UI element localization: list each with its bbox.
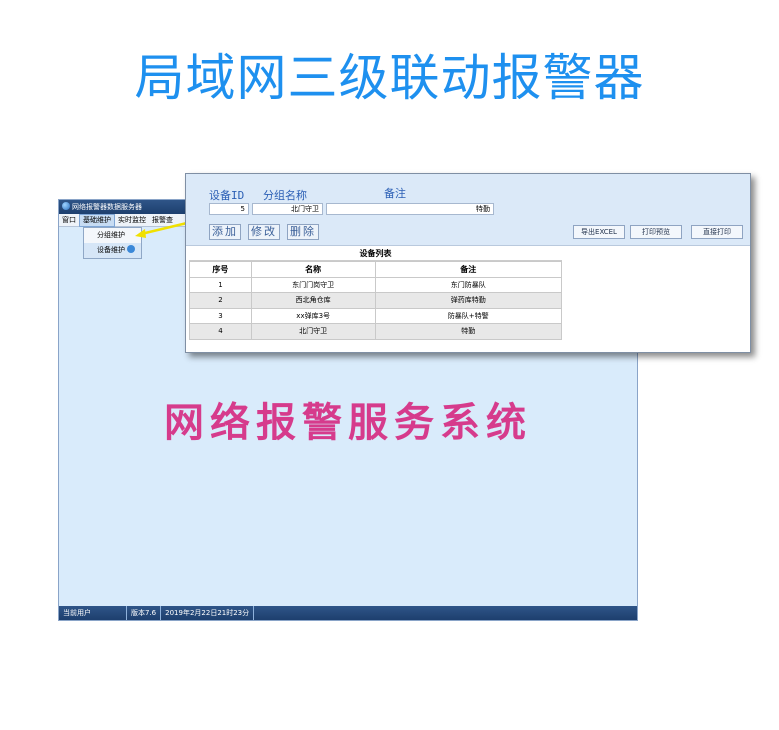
table-row[interactable]: 2 西北角仓库 弹药库特勤 [189, 292, 562, 309]
status-datetime: 2019年2月22日21时23分 [161, 606, 255, 620]
group-name-input[interactable]: 北门守卫 [252, 203, 323, 215]
column-header-remark: 备注 [374, 261, 562, 278]
window-title: 网络报警器数据服务器 [72, 203, 142, 211]
label-remark: 备注 [384, 187, 406, 200]
banner-title: 局域网三级联动报警器 [134, 49, 645, 107]
device-form: 设备ID 分组名称 备注 5 北门守卫 特勤 添加 修改 删除 导出EXCEL … [186, 174, 750, 246]
cell-index: 3 [189, 307, 252, 324]
column-header-name: 名称 [250, 261, 376, 278]
label-group-name: 分组名称 [263, 189, 307, 202]
cell-index: 2 [189, 292, 252, 309]
column-header-index: 序号 [189, 261, 252, 278]
menu-window[interactable]: 窗口 [59, 214, 79, 227]
cell-remark: 东门防暴队 [374, 276, 562, 293]
device-id-input[interactable]: 5 [209, 203, 249, 215]
print-preview-button[interactable]: 打印预览 [630, 225, 682, 239]
cell-remark: 特勤 [374, 323, 562, 340]
system-watermark: 网络报警服务系统 [164, 399, 532, 446]
device-table: 序号 名称 备注 1 东门门岗守卫 东门防暴队 2 西北角仓库 弹药库特勤 3 [189, 261, 562, 340]
cell-index: 4 [189, 323, 252, 340]
device-maintenance-dialog: 设备ID 分组名称 备注 5 北门守卫 特勤 添加 修改 删除 导出EXCEL … [185, 173, 751, 353]
arrow-pointer-icon [135, 221, 188, 238]
label-device-id: 设备ID [209, 189, 245, 202]
device-list-title: 设备列表 [189, 247, 562, 261]
gear-icon [127, 245, 135, 253]
direct-print-button[interactable]: 直接打印 [691, 225, 743, 239]
table-header-row: 序号 名称 备注 [189, 261, 562, 278]
delete-button[interactable]: 删除 [287, 224, 319, 240]
device-list: 设备列表 序号 名称 备注 1 东门门岗守卫 东门防暴队 2 西北角仓库 弹药库… [189, 247, 562, 340]
edit-button[interactable]: 修改 [248, 224, 280, 240]
cell-name: 东门门岗守卫 [250, 276, 376, 293]
remark-input[interactable]: 特勤 [326, 203, 494, 215]
statusbar: 当前用户 版本7.6 2019年2月22日21时23分 [59, 606, 637, 620]
status-version: 版本7.6 [127, 606, 162, 620]
cell-name: 北门守卫 [250, 323, 376, 340]
menu-basic-maintenance[interactable]: 基础维护 [79, 214, 115, 227]
menu-item-device-maintenance[interactable]: 设备维护 [84, 243, 141, 258]
export-excel-button[interactable]: 导出EXCEL [573, 225, 625, 239]
table-row[interactable]: 3 xx弹库3号 防暴队+特警 [189, 307, 562, 324]
status-user: 当前用户 [59, 606, 127, 620]
table-row[interactable]: 4 北门守卫 特勤 [189, 323, 562, 340]
app-icon [62, 202, 70, 210]
cell-name: 西北角仓库 [250, 292, 376, 309]
menu-item-device-label: 设备维护 [97, 246, 125, 254]
cell-index: 1 [189, 276, 252, 293]
cell-name: xx弹库3号 [250, 307, 376, 324]
table-row[interactable]: 1 东门门岗守卫 东门防暴队 [189, 276, 562, 293]
add-button[interactable]: 添加 [209, 224, 241, 240]
cell-remark: 弹药库特勤 [374, 292, 562, 309]
cell-remark: 防暴队+特警 [374, 307, 562, 324]
